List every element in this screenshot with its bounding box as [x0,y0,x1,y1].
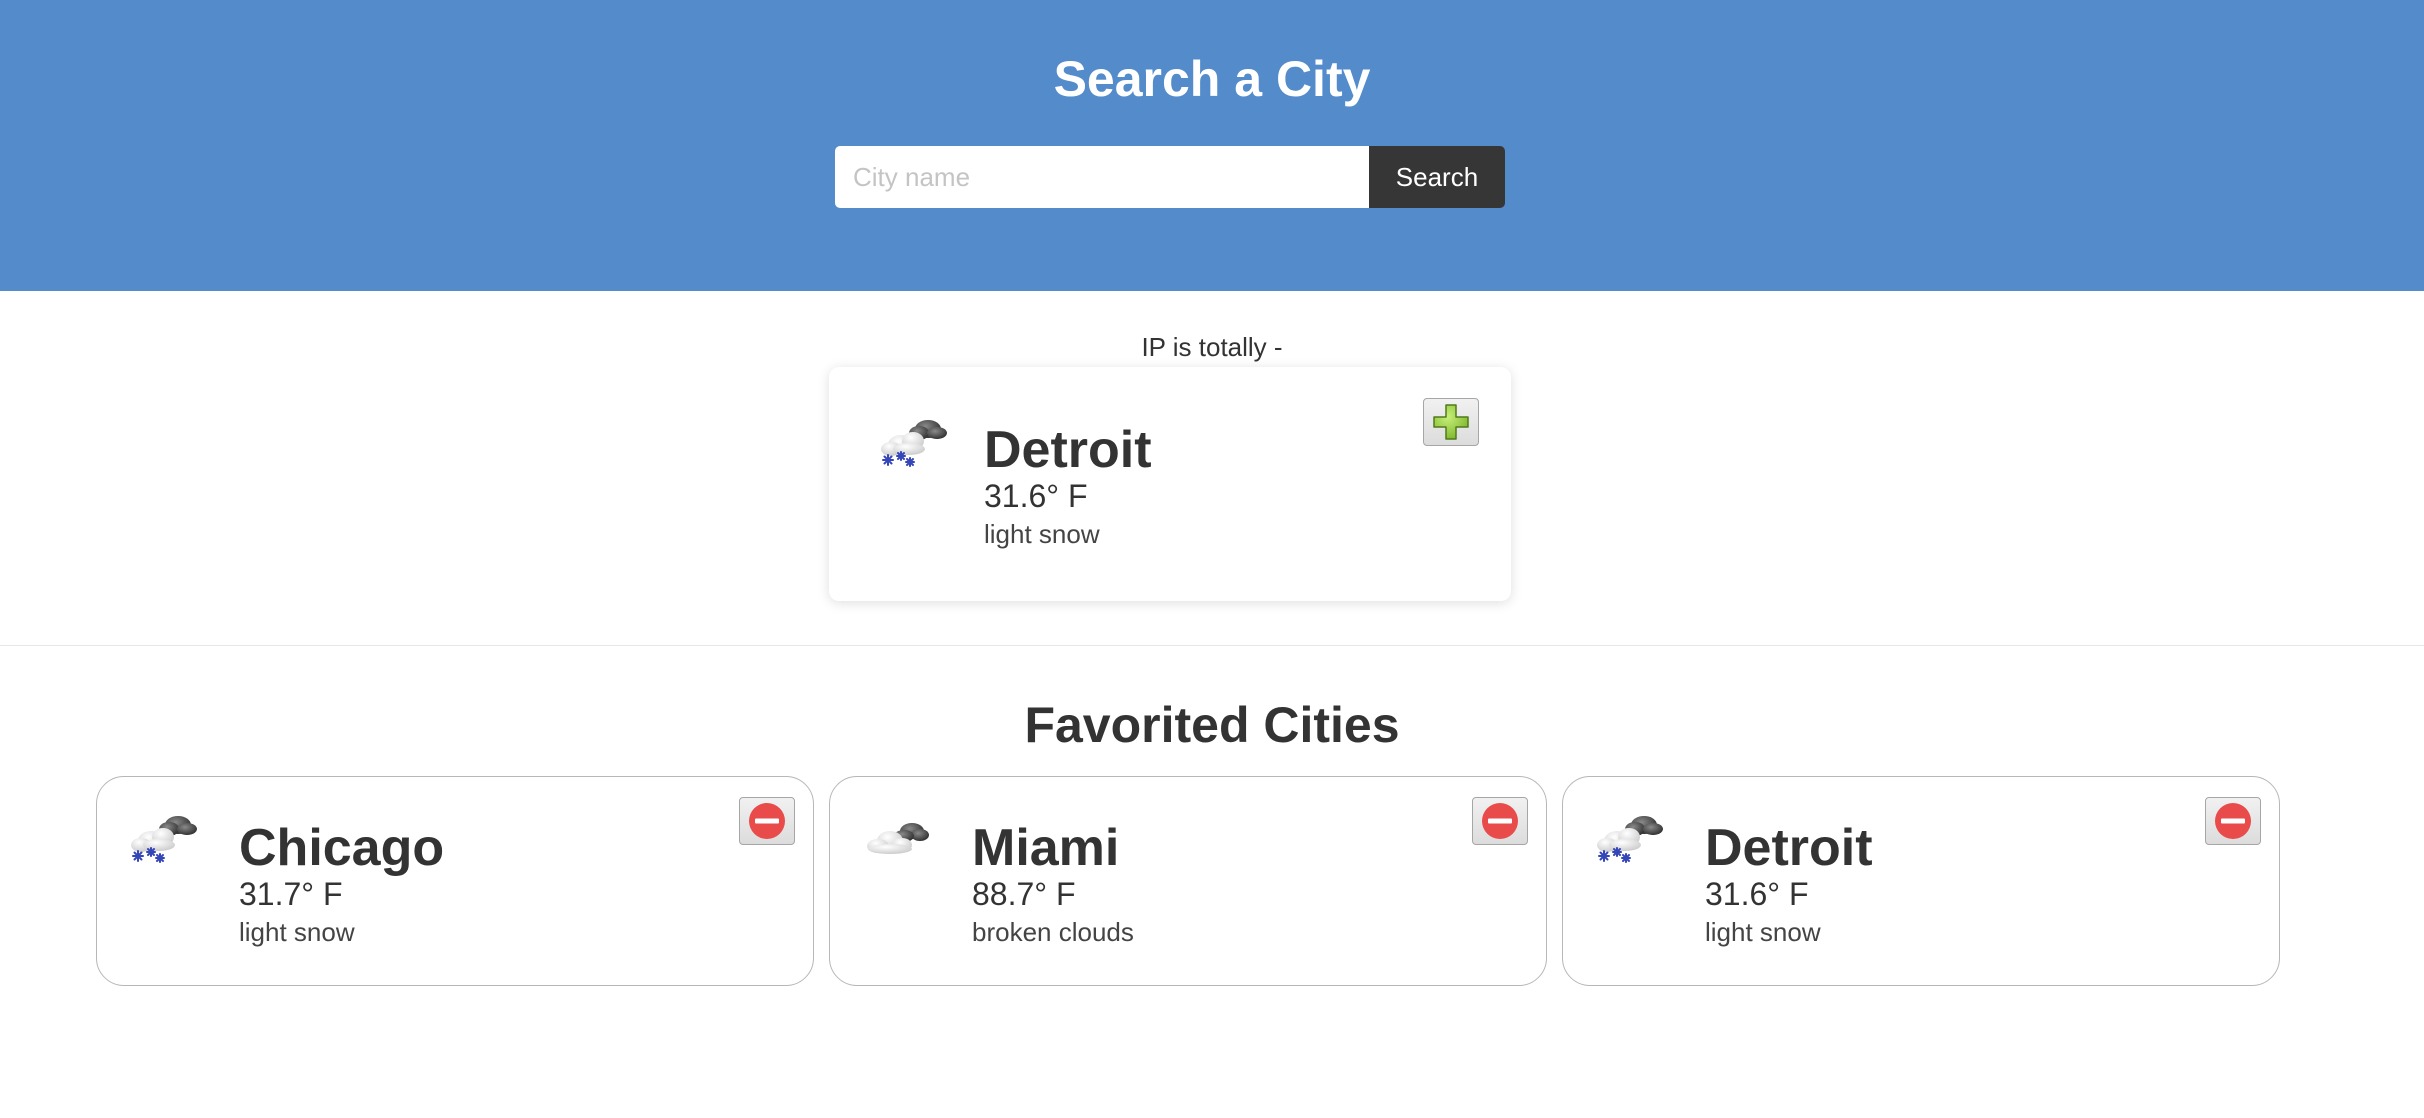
favorites-title: Favorited Cities [1024,697,1400,753]
city-temperature: 88.7° F [972,876,1076,912]
remove-favorite-button[interactable] [2205,797,2261,845]
favorite-city-card: Miami 88.7° F broken clouds [829,776,1547,986]
section-divider [0,645,2424,646]
search-header: Search a City Search [0,0,2424,291]
favorite-city-card: Detroit 31.6° F light snow [1562,776,2280,986]
add-favorite-button[interactable] [1423,398,1479,446]
search-form: Search [835,146,1505,208]
plus-icon [1431,402,1471,442]
weather-description: light snow [1705,917,1821,947]
weather-description: light snow [984,519,1100,549]
ip-status-text: IP is totally - [1141,332,1283,362]
remove-favorite-button[interactable] [739,797,795,845]
city-temperature: 31.7° F [239,876,343,912]
minus-icon [1480,801,1520,841]
remove-favorite-button[interactable] [1472,797,1528,845]
favorite-city-card: Chicago 31.7° F light snow [96,776,814,986]
minus-icon [747,801,787,841]
snow-cloud-icon [123,807,203,877]
city-temperature: 31.6° F [1705,876,1809,912]
snow-cloud-icon [1589,807,1669,877]
city-name: Detroit [984,421,1152,479]
minus-icon [2213,801,2253,841]
snow-cloud-icon [873,411,953,481]
page-title: Search a City [1053,51,1371,107]
weather-description: light snow [239,917,355,947]
broken-clouds-icon [856,807,936,877]
city-name: Chicago [239,819,445,877]
search-button[interactable]: Search [1369,146,1505,208]
city-name: Detroit [1705,819,1873,877]
weather-description: broken clouds [972,917,1134,947]
city-name: Miami [972,819,1120,877]
current-city-card: Detroit 31.6° F light snow [829,367,1511,601]
city-temperature: 31.6° F [984,478,1088,514]
city-search-input[interactable] [835,146,1369,208]
